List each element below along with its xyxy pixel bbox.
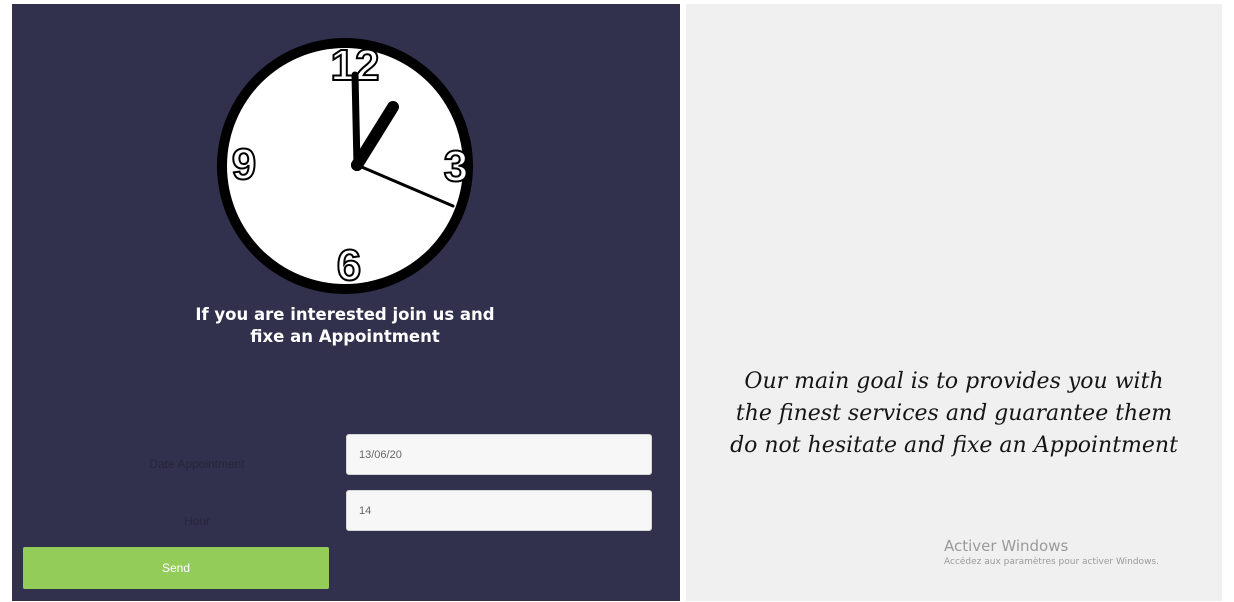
- clock-numeral-6: 6: [337, 241, 361, 290]
- date-appointment-label: Date Appointment: [149, 457, 245, 471]
- date-appointment-input[interactable]: [346, 434, 652, 475]
- hour-input[interactable]: [346, 490, 652, 531]
- message-panel: Our main goal is to provides you with th…: [686, 4, 1222, 601]
- clock-minute-hand: [351, 71, 361, 169]
- clock: 12 3 6 9: [212, 34, 492, 304]
- appointment-tagline: If you are interested join us and fixe a…: [162, 304, 528, 348]
- watermark-title: Activer Windows: [944, 537, 1069, 555]
- goal-message-line-3: do not hesitate and fixe an Appointment: [730, 433, 1178, 458]
- goal-message-line-1: Our main goal is to provides you with: [744, 369, 1164, 394]
- goal-message-line-2: the finest services and guarantee them: [735, 401, 1173, 426]
- activate-windows-watermark: Activer Windows Accédez aux paramètres p…: [944, 537, 1159, 569]
- clock-graphic: 12 3 6 9: [217, 38, 473, 294]
- page: 12 3 6 9 If you are interested join us a…: [0, 0, 1234, 602]
- tagline-line-1: If you are interested join us and: [195, 305, 495, 324]
- watermark-subtitle: Accédez aux paramètres pour activer Wind…: [944, 557, 1159, 567]
- clock-numeral-9: 9: [232, 140, 256, 189]
- clock-center-pin: [351, 159, 363, 171]
- appointment-panel: 12 3 6 9 If you are interested join us a…: [12, 4, 680, 601]
- send-button[interactable]: Send: [23, 547, 329, 589]
- clock-numeral-3: 3: [444, 142, 468, 191]
- hour-label: Hour: [183, 514, 210, 528]
- tagline-line-2: fixe an Appointment: [250, 327, 440, 346]
- goal-message: Our main goal is to provides you with th…: [686, 366, 1222, 462]
